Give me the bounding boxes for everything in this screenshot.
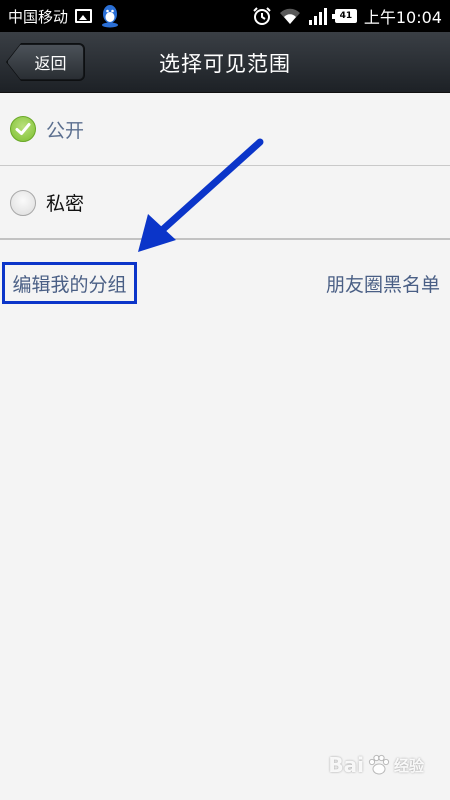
watermark-brand: Bai: [328, 753, 364, 777]
status-left: 中国移动: [8, 4, 121, 28]
paw-icon: [368, 754, 390, 775]
signal-icon: [308, 8, 327, 25]
unchecked-radio-icon[interactable]: [10, 189, 36, 216]
page-title: 选择可见范围: [159, 51, 291, 76]
edit-groups-link[interactable]: 编辑我的分组: [2, 262, 137, 304]
watermark-sub: 经验: [393, 756, 424, 775]
option-public[interactable]: 公开: [0, 93, 450, 166]
battery-level: 41: [339, 11, 353, 21]
clock: 上午10:04: [363, 8, 442, 27]
option-label: 私密: [46, 193, 85, 215]
wifi-icon: [279, 8, 300, 24]
carrier-name: 中国移动: [8, 7, 69, 26]
option-label: 公开: [46, 119, 85, 142]
alarm-icon: [253, 7, 271, 25]
image-icon: [75, 9, 93, 23]
blacklist-link[interactable]: 朋友圈黑名单: [326, 268, 440, 298]
option-private[interactable]: 私密: [0, 167, 450, 240]
checked-radio-icon[interactable]: [10, 116, 36, 142]
checkmark-icon: [15, 123, 31, 135]
status-bar: 中国移动 41 上午10:04: [0, 0, 450, 32]
battery-icon: 41: [331, 9, 357, 23]
qq-icon: [102, 5, 119, 28]
status-right: 41 上午10:04: [252, 4, 442, 28]
baidu-watermark: Bai 经验: [328, 752, 424, 778]
nav-bar: 返回 选择可见范围: [0, 32, 450, 93]
